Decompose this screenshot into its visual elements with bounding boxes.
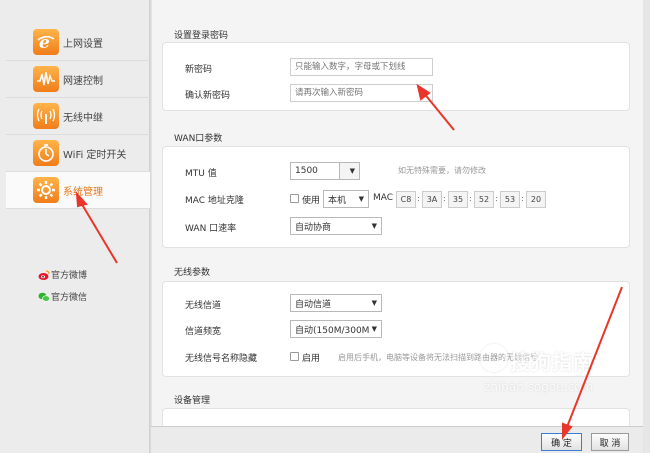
new-password-label: 新密码 [185,65,213,75]
hide-ssid-checkbox[interactable] [290,352,299,361]
wan-section-title: WAN口参数 [174,134,223,144]
login-password-panel: 新密码 确认新密码 [162,42,630,111]
ie-browser-icon: e [33,29,59,55]
sidebar-item-label: 无线中继 [63,112,103,124]
hide-ssid-enable-label: 启用 [302,354,321,364]
sidebar: e 上网设置 网速控制 无线中继 WiFi 定时开关 系统管理 官方微博 官方微… [0,0,150,453]
wan-rate-value: 自动协商 [295,222,332,233]
mac-octet-field[interactable]: 52 [474,191,494,208]
mac-octet-field[interactable]: C8 [396,191,416,208]
mac-octet-field[interactable]: 35 [448,191,468,208]
wan-rate-select[interactable]: 自动协商 ▼ [290,217,382,235]
gear-icon [33,177,59,203]
bandwidth-label: 信道频宽 [185,327,222,337]
mtu-label: MTU 值 [185,169,217,179]
new-password-input[interactable] [290,58,433,76]
scrollbar[interactable] [643,0,650,453]
mac-separator: : [495,194,498,203]
speed-wave-icon [33,66,59,92]
mac-separator: : [417,194,420,203]
mac-octet-field[interactable]: 3A [422,191,442,208]
mtu-hint: 如无特殊需要，请勿修改 [398,166,486,175]
timer-switch-icon [33,140,59,166]
confirm-password-input[interactable] [290,84,433,102]
mac-source-value: 本机 [328,195,347,206]
wan-rate-label: WAN 口速率 [185,224,237,234]
chevron-down-icon: ▼ [371,222,377,230]
sidebar-item-speed-control[interactable]: 网速控制 [6,61,150,98]
weibo-link[interactable]: 官方微博 [38,268,87,281]
mtu-input[interactable]: 1500 ▼ [290,162,360,180]
login-password-section-title: 设置登录密码 [174,31,229,41]
settings-content: 设置登录密码 新密码 确认新密码 WAN口参数 MTU 值 1500 ▼ 如无特… [151,0,643,453]
bandwidth-select[interactable]: 自动(150M/300M ▼ [290,320,382,338]
channel-select[interactable]: 自动信道 ▼ [290,294,382,312]
mac-address-fields: C8 : 3A : 35 : 52 : 53 : 20 [396,191,546,208]
wechat-icon [38,292,50,302]
sidebar-item-label: 上网设置 [63,38,103,50]
svg-text:e: e [39,33,50,52]
wan-panel: MTU 值 1500 ▼ 如无特殊需要，请勿修改 MAC 地址克隆 使用 本机 … [162,146,630,248]
chevron-down-icon: ▼ [349,167,355,175]
weibo-label: 官方微博 [51,271,88,281]
sidebar-item-label: WiFi 定时开关 [63,149,127,161]
mac-octet-field[interactable]: 20 [526,191,546,208]
chevron-down-icon: ▼ [371,299,377,307]
mac-separator: : [443,194,446,203]
sidebar-item-system-management[interactable]: 系统管理 [6,172,150,209]
hide-ssid-label: 无线信号名称隐藏 [185,354,258,364]
channel-value: 自动信道 [295,299,332,310]
mac-use-checkbox[interactable] [290,194,299,203]
wechat-link[interactable]: 官方微信 [38,290,87,303]
channel-label: 无线信道 [185,301,222,311]
sidebar-item-wireless-relay[interactable]: 无线中继 [6,98,150,135]
chevron-down-icon: ▼ [371,325,377,333]
wechat-label: 官方微信 [51,293,88,303]
mac-use-label: 使用 [302,196,321,206]
mac-separator: : [521,194,524,203]
wireless-tower-icon [33,103,59,129]
mac-clone-label: MAC 地址克隆 [185,196,244,206]
sidebar-item-label: 网速控制 [63,75,103,87]
mtu-value: 1500 [295,166,318,176]
sidebar-item-wifi-timer[interactable]: WiFi 定时开关 [6,135,150,172]
hide-ssid-hint: 启用后手机，电脑等设备将无法扫描到路由器的无线信号 [338,353,538,362]
confirm-password-label: 确认新密码 [185,91,231,101]
confirm-button[interactable]: 确 定 [541,433,582,451]
chevron-down-icon: ▼ [358,195,364,203]
sidebar-item-internet-settings[interactable]: e 上网设置 [6,24,150,61]
mac-source-select[interactable]: 本机 ▼ [323,190,369,208]
bandwidth-value: 自动(150M/300M [295,325,369,336]
mac-separator: : [469,194,472,203]
wireless-panel: 无线信道 自动信道 ▼ 信道频宽 自动(150M/300M ▼ 无线信号名称隐藏… [162,281,630,377]
mac-prefix-label: MAC [373,193,394,203]
device-section-title: 设备管理 [174,396,211,406]
cancel-button[interactable]: 取 消 [591,433,629,451]
weibo-icon [38,269,50,280]
mac-octet-field[interactable]: 53 [500,191,520,208]
footer-bar: 确 定 取 消 [151,426,643,453]
wireless-section-title: 无线参数 [174,268,211,278]
sidebar-item-label: 系统管理 [63,186,103,198]
